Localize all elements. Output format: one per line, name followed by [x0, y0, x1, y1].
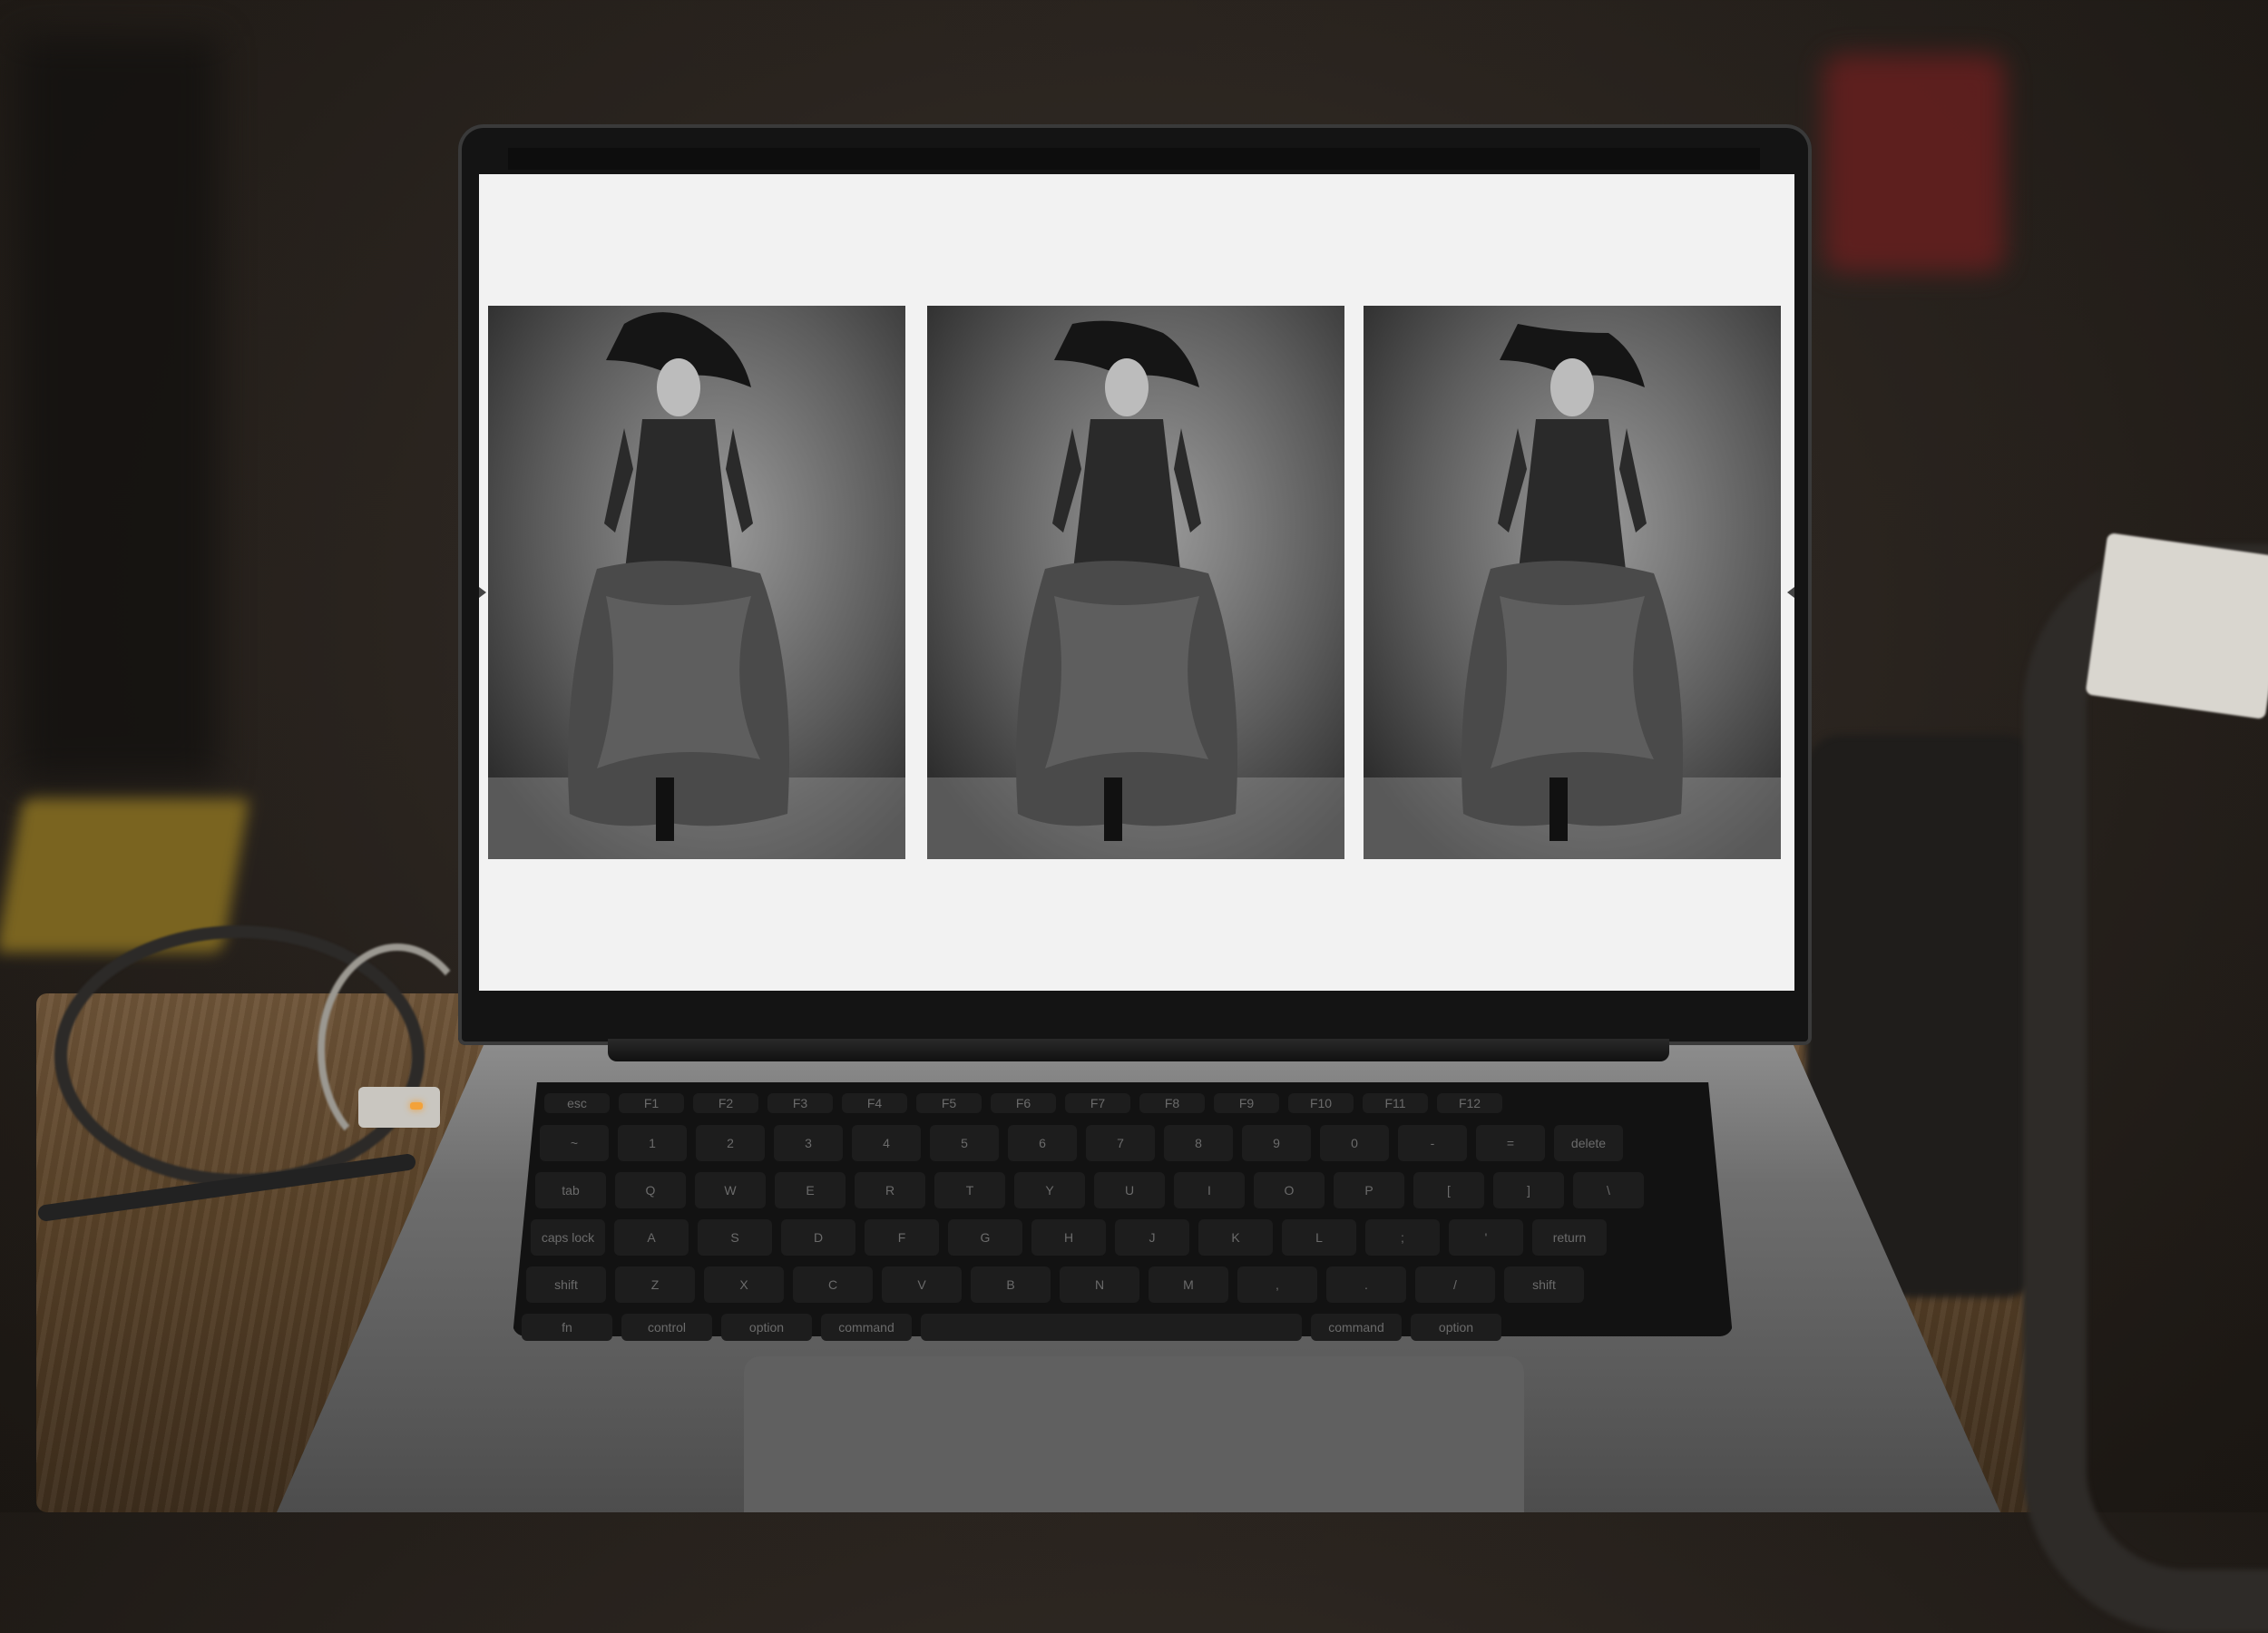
- key[interactable]: F3: [767, 1093, 833, 1113]
- key[interactable]: F6: [991, 1093, 1056, 1113]
- key[interactable]: option: [721, 1314, 812, 1341]
- key[interactable]: tab: [535, 1172, 606, 1208]
- key[interactable]: F: [865, 1219, 939, 1256]
- key[interactable]: 4: [852, 1125, 921, 1161]
- key[interactable]: \: [1573, 1172, 1644, 1208]
- key[interactable]: N: [1060, 1266, 1139, 1303]
- key[interactable]: esc: [544, 1093, 610, 1113]
- key[interactable]: 6: [1008, 1125, 1077, 1161]
- key[interactable]: =: [1476, 1125, 1545, 1161]
- key[interactable]: D: [781, 1219, 855, 1256]
- key[interactable]: F7: [1065, 1093, 1130, 1113]
- key[interactable]: fn: [522, 1314, 612, 1341]
- key[interactable]: Y: [1014, 1172, 1085, 1208]
- key[interactable]: 0: [1320, 1125, 1389, 1161]
- key[interactable]: ]: [1493, 1172, 1564, 1208]
- key[interactable]: ': [1449, 1219, 1523, 1256]
- next-arrow-icon[interactable]: [1787, 587, 1794, 598]
- key[interactable]: E: [775, 1172, 846, 1208]
- keyboard-row: ~1 2 3 4 5 6 7 8 9 0- = delete: [540, 1125, 1623, 1161]
- key[interactable]: Z: [615, 1266, 695, 1303]
- key[interactable]: W: [695, 1172, 766, 1208]
- key[interactable]: 7: [1086, 1125, 1155, 1161]
- key[interactable]: F9: [1214, 1093, 1279, 1113]
- key[interactable]: 9: [1242, 1125, 1311, 1161]
- key[interactable]: F5: [916, 1093, 982, 1113]
- key[interactable]: C: [793, 1266, 873, 1303]
- laptop-screen: [479, 174, 1794, 991]
- key[interactable]: M: [1149, 1266, 1228, 1303]
- key[interactable]: F2: [693, 1093, 758, 1113]
- photo-1[interactable]: [488, 306, 905, 859]
- key[interactable]: /: [1415, 1266, 1495, 1303]
- key[interactable]: F11: [1363, 1093, 1428, 1113]
- key[interactable]: H: [1031, 1219, 1106, 1256]
- background-red-object: [1823, 54, 2005, 272]
- key[interactable]: G: [948, 1219, 1022, 1256]
- key[interactable]: 8: [1164, 1125, 1233, 1161]
- laptop-hinge: [608, 1039, 1669, 1061]
- key[interactable]: -: [1398, 1125, 1467, 1161]
- key[interactable]: J: [1115, 1219, 1189, 1256]
- key[interactable]: 3: [774, 1125, 843, 1161]
- key[interactable]: P: [1334, 1172, 1404, 1208]
- key[interactable]: L: [1282, 1219, 1356, 1256]
- key[interactable]: F8: [1139, 1093, 1205, 1113]
- key[interactable]: .: [1326, 1266, 1406, 1303]
- key[interactable]: 1: [618, 1125, 687, 1161]
- key[interactable]: A: [614, 1219, 689, 1256]
- key[interactable]: F1: [619, 1093, 684, 1113]
- photo-2[interactable]: [927, 306, 1344, 859]
- key[interactable]: caps lock: [531, 1219, 605, 1256]
- keyboard-row: caps lock A S D F G H J K L; ' return: [531, 1219, 1607, 1256]
- key[interactable]: [921, 1314, 1302, 1341]
- photo-3[interactable]: [1364, 306, 1781, 859]
- key[interactable]: ,: [1237, 1266, 1317, 1303]
- key[interactable]: 5: [930, 1125, 999, 1161]
- key[interactable]: 2: [696, 1125, 765, 1161]
- key[interactable]: F4: [842, 1093, 907, 1113]
- key[interactable]: option: [1411, 1314, 1501, 1341]
- key[interactable]: O: [1254, 1172, 1325, 1208]
- previous-arrow-icon[interactable]: [479, 587, 486, 598]
- key[interactable]: T: [934, 1172, 1005, 1208]
- key[interactable]: command: [821, 1314, 912, 1341]
- key[interactable]: return: [1532, 1219, 1607, 1256]
- key[interactable]: R: [855, 1172, 925, 1208]
- magsafe-plug: [358, 1087, 440, 1128]
- key[interactable]: shift: [526, 1266, 606, 1303]
- key[interactable]: F10: [1288, 1093, 1354, 1113]
- key[interactable]: ~: [540, 1125, 609, 1161]
- key[interactable]: B: [971, 1266, 1051, 1303]
- tape-roll: [2085, 532, 2268, 720]
- key[interactable]: F12: [1437, 1093, 1502, 1113]
- key[interactable]: K: [1198, 1219, 1273, 1256]
- background-tripod: [18, 36, 218, 780]
- keyboard-row: shift Z X C V B N M,. / shift: [526, 1266, 1584, 1303]
- keyboard-row: tab Q W E R T Y U I O P[] \: [535, 1172, 1644, 1208]
- charging-led-icon: [410, 1102, 423, 1110]
- key[interactable]: X: [704, 1266, 784, 1303]
- key[interactable]: I: [1174, 1172, 1245, 1208]
- key[interactable]: shift: [1504, 1266, 1584, 1303]
- keyboard-row: fn control option command command option: [522, 1314, 1501, 1341]
- key[interactable]: delete: [1554, 1125, 1623, 1161]
- key[interactable]: U: [1094, 1172, 1165, 1208]
- key[interactable]: command: [1311, 1314, 1402, 1341]
- keyboard-row: esc F1 F2 F3 F4 F5 F6 F7 F8 F9 F10 F11 F12: [544, 1093, 1502, 1113]
- key[interactable]: S: [698, 1219, 772, 1256]
- key[interactable]: V: [882, 1266, 962, 1303]
- key[interactable]: Q: [615, 1172, 686, 1208]
- screen-bezel: [508, 148, 1760, 170]
- trackpad[interactable]: [744, 1356, 1524, 1512]
- key[interactable]: [: [1413, 1172, 1484, 1208]
- key[interactable]: control: [621, 1314, 712, 1341]
- key[interactable]: ;: [1365, 1219, 1440, 1256]
